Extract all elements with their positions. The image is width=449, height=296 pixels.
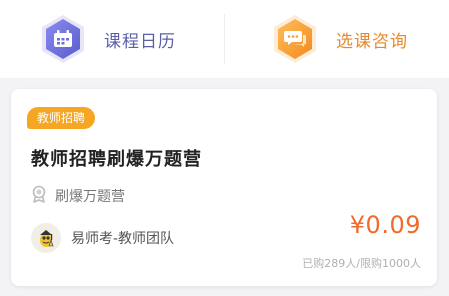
shortcut-bar: 课程日历 选课咨询	[0, 0, 449, 78]
course-calendar-button[interactable]: 课程日历	[36, 0, 176, 78]
course-card[interactable]: 教师招聘 教师招聘刷爆万题营 刷爆万题营 易师考-教师团队 ¥0.09 已购28…	[11, 89, 437, 286]
medal-icon	[31, 185, 47, 207]
avatar-icon	[31, 223, 61, 253]
course-subtitle: 刷爆万题营	[55, 189, 125, 205]
course-calendar-label: 课程日历	[104, 31, 176, 52]
course-subtitle-row: 刷爆万题营	[31, 185, 125, 207]
course-title: 教师招聘刷爆万题营	[31, 149, 202, 170]
teacher-name: 易师考-教师团队	[71, 231, 175, 247]
category-tag: 教师招聘	[27, 107, 96, 129]
course-consult-label: 选课咨询	[336, 31, 408, 52]
course-price: ¥0.09	[349, 211, 421, 239]
divider	[224, 14, 225, 64]
chat-icon	[268, 12, 322, 66]
enroll-info: 已购289人/限购1000人	[302, 257, 421, 270]
course-consult-button[interactable]: 选课咨询	[268, 0, 408, 78]
calendar-icon	[36, 12, 90, 66]
teacher-row: 易师考-教师团队	[31, 223, 174, 253]
